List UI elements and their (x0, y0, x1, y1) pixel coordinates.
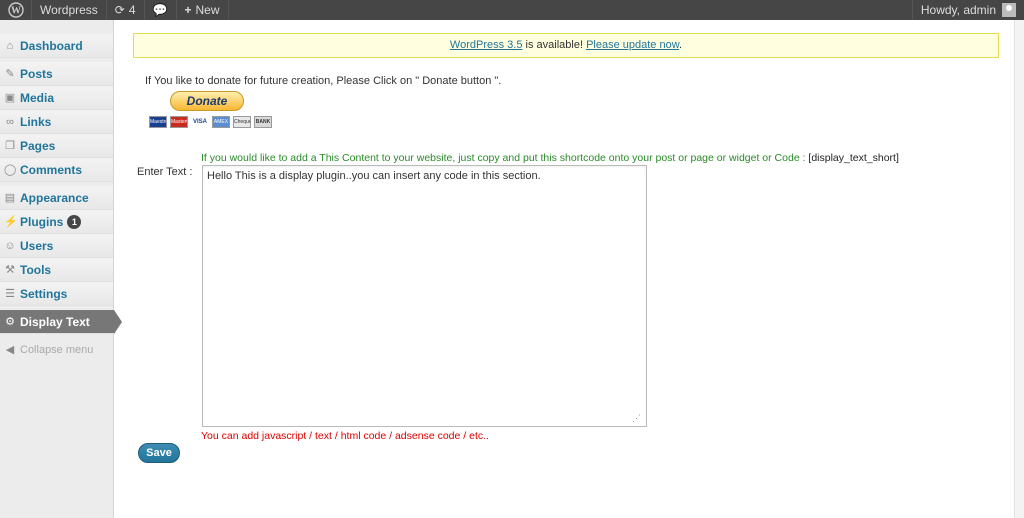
allowed-code-note: You can add javascript / text / html cod… (201, 430, 489, 442)
menu-item-comments[interactable]: ◯ Comments (0, 158, 113, 182)
updates-count: 4 (128, 3, 136, 17)
menu-label: Display Text (20, 314, 90, 329)
shortcode-hint-text: If you would like to add a This Content … (201, 152, 809, 164)
comments-icon: ◯ (4, 163, 17, 176)
media-icon: ▣ (4, 91, 16, 104)
enter-text-label: Enter Text : (137, 166, 193, 178)
menu-label: Settings (20, 286, 68, 301)
wordpress-version-link[interactable]: WordPress 3.5 (450, 39, 523, 51)
menu-item-plugins[interactable]: ⚡ Plugins 1 (0, 210, 113, 234)
menu-label: Users (20, 238, 54, 253)
menu-label: Plugins (20, 214, 64, 229)
plus-icon: + (184, 3, 192, 17)
menu-item-links[interactable]: ∞ Links (0, 110, 113, 134)
menu-item-users[interactable]: ☺ Users (0, 234, 113, 258)
dashboard-icon: ⌂ (6, 39, 14, 52)
comment-bubble-icon: 💬 (152, 3, 168, 17)
menu-label: Comments (20, 162, 83, 177)
shortcode-hint: If you would like to add a This Content … (201, 152, 899, 164)
plugins-icon: ⚡ (4, 215, 18, 228)
amex-card-icon: AMEX (212, 116, 230, 128)
admin-bar: W Wordpress ⟳ 4 💬 + New Howdy, admin (0, 0, 1024, 20)
site-name-link[interactable]: Wordpress (32, 0, 107, 20)
collapse-menu-button[interactable]: ◀ Collapse menu (0, 338, 113, 362)
menu-item-posts[interactable]: ✎ Posts (0, 62, 113, 86)
mastercard-card-icon: MasterCard (170, 116, 188, 128)
collapse-arrow-icon: ◀ (5, 344, 15, 356)
tools-icon: ⚒ (5, 263, 15, 276)
my-account-link[interactable]: Howdy, admin (911, 0, 1024, 20)
menu-item-media[interactable]: ▣ Media (0, 86, 113, 110)
menu-item-tools[interactable]: ⚒ Tools (0, 258, 113, 282)
menu-label: Dashboard (20, 38, 83, 53)
page-scrollbar[interactable] (1014, 20, 1024, 518)
maestro-card-icon: Maestro (149, 116, 167, 128)
donate-message: If You like to donate for future creatio… (145, 75, 502, 87)
new-label: New (195, 3, 220, 17)
content-textarea[interactable]: Hello This is a display plugin..you can … (202, 165, 647, 427)
menu-label: Tools (20, 262, 52, 277)
links-icon: ∞ (6, 115, 14, 128)
comments-link[interactable]: 💬 (145, 0, 177, 20)
menu-item-appearance[interactable]: ▤ Appearance (0, 186, 113, 210)
updates-icon: ⟳ (114, 3, 125, 17)
wordpress-logo-icon[interactable]: W (0, 0, 32, 20)
menu-item-dashboard[interactable]: ⌂ Dashboard (0, 34, 113, 58)
new-content-link[interactable]: + New (177, 0, 229, 20)
plugins-update-badge: 1 (67, 214, 82, 229)
bank-card-icon: BANK (254, 116, 272, 128)
users-icon: ☺ (4, 239, 16, 252)
shortcode-value: [display_text_short] (808, 152, 899, 164)
donate-button[interactable]: Donate (170, 91, 244, 111)
update-notice: WordPress 3.5 is available! Please updat… (133, 33, 999, 58)
settings-icon: ☰ (5, 287, 15, 300)
updates-link[interactable]: ⟳ 4 (107, 0, 145, 20)
update-now-link[interactable]: Please update now (586, 39, 679, 51)
menu-item-pages[interactable]: ❐ Pages (0, 134, 113, 158)
menu-item-display-text[interactable]: ⚙ Display Text (0, 310, 122, 334)
notice-end: . (679, 39, 683, 51)
collapse-label: Collapse menu (20, 344, 94, 356)
admin-menu: ⌂ Dashboard ✎ Posts ▣ Media ∞ Links ❐ Pages ◯… (0, 20, 122, 518)
menu-label: Pages (20, 138, 56, 153)
menu-item-settings[interactable]: ☰ Settings (0, 282, 113, 306)
gear-icon: ⚙ (5, 315, 15, 328)
notice-text: is available! (522, 39, 587, 51)
cheque-card-icon: Cheque (233, 116, 251, 128)
avatar (1002, 3, 1016, 17)
howdy-text: Howdy, admin (920, 3, 996, 17)
payment-cards: Maestro MasterCard VISA AMEX Cheque BANK (149, 116, 272, 128)
svg-text:W: W (11, 6, 21, 17)
menu-label: Links (20, 114, 52, 129)
resize-handle-icon[interactable]: ⋰ (632, 413, 642, 423)
visa-card-icon: VISA (191, 116, 209, 128)
pages-icon: ❐ (5, 139, 15, 152)
menu-label: Posts (20, 66, 53, 81)
save-button[interactable]: Save (138, 443, 180, 463)
menu-label: Media (20, 90, 55, 105)
appearance-icon: ▤ (4, 191, 16, 204)
posts-icon: ✎ (5, 67, 15, 80)
menu-label: Appearance (20, 190, 89, 205)
